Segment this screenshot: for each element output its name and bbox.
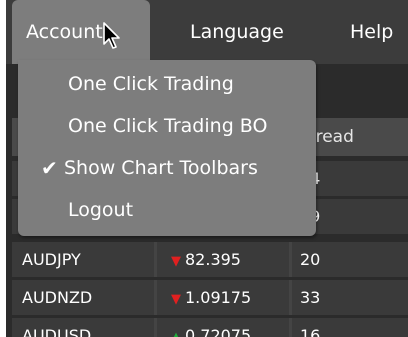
spread-cell: 16	[292, 318, 408, 337]
menu-help[interactable]: Help	[336, 0, 407, 64]
price-down-icon: ▼	[171, 292, 181, 307]
menu-item-label: Logout	[68, 199, 134, 221]
spread-cell: 33	[292, 280, 408, 315]
price-up-icon: ▲	[171, 330, 181, 337]
menu-item-one-click-trading[interactable]: One Click Trading	[18, 64, 316, 104]
menu-bar: Account Language Help	[6, 0, 408, 64]
price-cell: ▲0.72075	[157, 318, 289, 337]
table-row[interactable]: AUDUSD ▲0.72075 16	[12, 318, 408, 337]
checkmark-icon: ✔	[41, 156, 58, 180]
price-down-icon: ▼	[171, 254, 181, 269]
menu-item-logout[interactable]: Logout	[18, 190, 316, 230]
price-cell: ▼ 82.395	[157, 242, 289, 277]
price-cell: ▼ 1.09175	[157, 280, 289, 315]
spread-cell: 20	[292, 242, 408, 277]
menu-item-label: One Click Trading BO	[68, 115, 268, 137]
table-row[interactable]: AUDJPY ▼ 82.395 20	[12, 242, 408, 277]
menu-item-label: One Click Trading	[68, 73, 234, 95]
menu-item-one-click-trading-bo[interactable]: One Click Trading BO	[18, 106, 316, 146]
menu-language[interactable]: Language	[176, 0, 298, 64]
symbol-cell: AUDNZD	[12, 280, 154, 315]
symbol-cell: AUDUSD	[12, 318, 154, 337]
table-row[interactable]: AUDNZD ▼ 1.09175 33	[12, 280, 408, 315]
menu-item-label: Show Chart Toolbars	[64, 157, 258, 179]
mouse-cursor-icon	[103, 22, 120, 49]
menu-account[interactable]: Account	[12, 0, 150, 64]
symbol-cell: AUDJPY	[12, 242, 154, 277]
account-dropdown-menu: One Click Trading One Click Trading BO ✔…	[18, 60, 316, 236]
trading-app-window: Account Language Help Spread 24 29 AUDJP…	[6, 0, 408, 337]
menu-item-show-chart-toolbars[interactable]: ✔ Show Chart Toolbars	[18, 148, 316, 188]
